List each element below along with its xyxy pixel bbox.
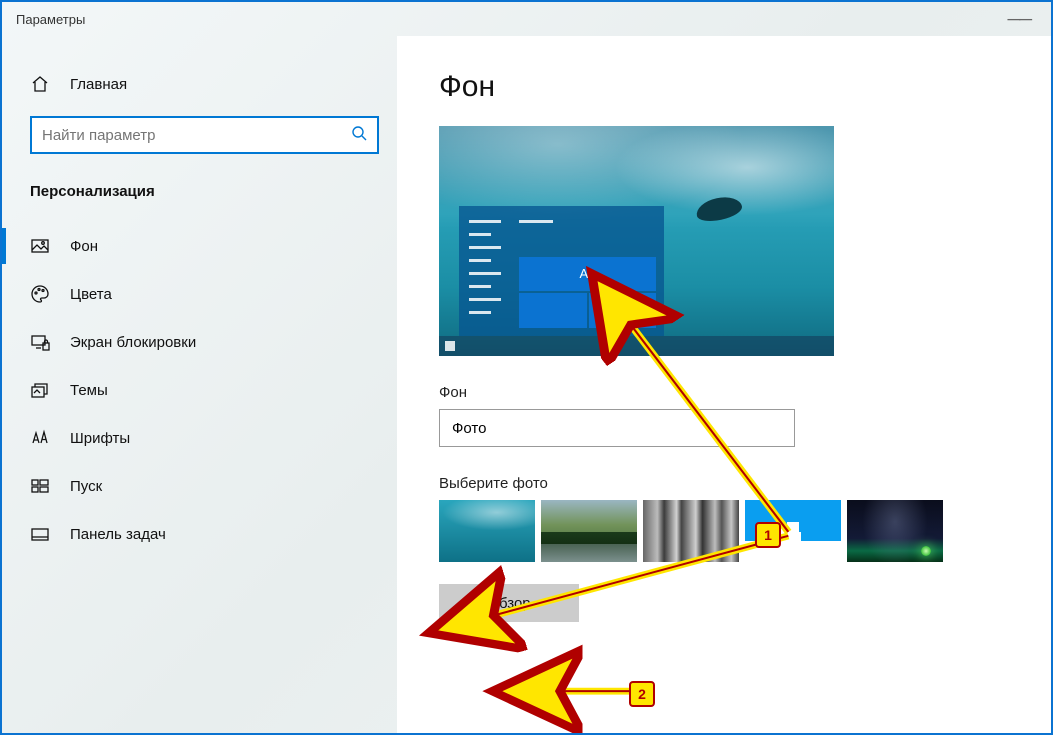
search-icon xyxy=(351,125,367,146)
start-icon xyxy=(30,476,50,496)
lockscreen-icon xyxy=(30,332,50,352)
themes-icon xyxy=(30,380,50,400)
sidebar-item-taskbar[interactable]: Панель задач xyxy=(2,510,397,558)
browse-button[interactable]: Обзор xyxy=(439,584,579,622)
background-mode-label: Фон xyxy=(439,384,1051,401)
sidebar-item-label: Панель задач xyxy=(70,526,166,543)
search-input[interactable] xyxy=(42,127,351,144)
dropdown-value: Фото xyxy=(452,420,486,437)
window-title: Параметры xyxy=(16,12,85,27)
sidebar: Главная Персонализация Ф xyxy=(2,36,397,733)
sidebar-item-label: Темы xyxy=(70,382,108,399)
wallpaper-thumb[interactable] xyxy=(439,500,535,562)
taskbar-icon xyxy=(30,524,50,544)
sidebar-category: Персонализация xyxy=(2,174,397,208)
fonts-icon xyxy=(30,428,50,448)
sidebar-category-label: Персонализация xyxy=(30,183,155,200)
sidebar-item-colors[interactable]: Цвета xyxy=(2,270,397,318)
page-title: Фон xyxy=(439,70,1051,104)
background-mode-dropdown[interactable]: Фото xyxy=(439,409,795,447)
settings-window: Параметры ── Главная xyxy=(0,0,1053,735)
sidebar-item-label: Шрифты xyxy=(70,430,130,447)
desktop-preview: Aa xyxy=(439,126,834,356)
wallpaper-thumb[interactable] xyxy=(643,500,739,562)
photo-thumbnails xyxy=(439,500,1051,562)
annotation-badge-1: 1 xyxy=(755,522,781,548)
minimize-button[interactable]: ── xyxy=(1001,9,1037,30)
home-icon xyxy=(30,74,50,94)
choose-photo-label: Выберите фото xyxy=(439,475,1051,492)
sidebar-item-label: Пуск xyxy=(70,478,102,495)
preview-taskbar xyxy=(439,336,834,356)
sidebar-item-themes[interactable]: Темы xyxy=(2,366,397,414)
sidebar-item-fonts[interactable]: Шрифты xyxy=(2,414,397,462)
sidebar-item-label: Цвета xyxy=(70,286,112,303)
annotation-badge-2: 2 xyxy=(629,681,655,707)
nav-home[interactable]: Главная xyxy=(2,60,397,108)
sidebar-item-label: Фон xyxy=(70,238,98,255)
search-box[interactable] xyxy=(30,116,379,154)
preview-tile-sample: Aa xyxy=(519,257,656,292)
sidebar-item-lockscreen[interactable]: Экран блокировки xyxy=(2,318,397,366)
wallpaper-thumb[interactable] xyxy=(541,500,637,562)
wallpaper-thumb[interactable] xyxy=(847,500,943,562)
nav-home-label: Главная xyxy=(70,76,127,93)
main-panel: Фон Aa Фон xyxy=(397,36,1051,733)
picture-icon xyxy=(30,236,50,256)
title-bar: Параметры ── xyxy=(2,2,1051,36)
preview-start-menu: Aa xyxy=(459,206,664,336)
sidebar-item-start[interactable]: Пуск xyxy=(2,462,397,510)
palette-icon xyxy=(30,284,50,304)
sidebar-item-background[interactable]: Фон xyxy=(2,222,397,270)
sidebar-item-label: Экран блокировки xyxy=(70,334,196,351)
